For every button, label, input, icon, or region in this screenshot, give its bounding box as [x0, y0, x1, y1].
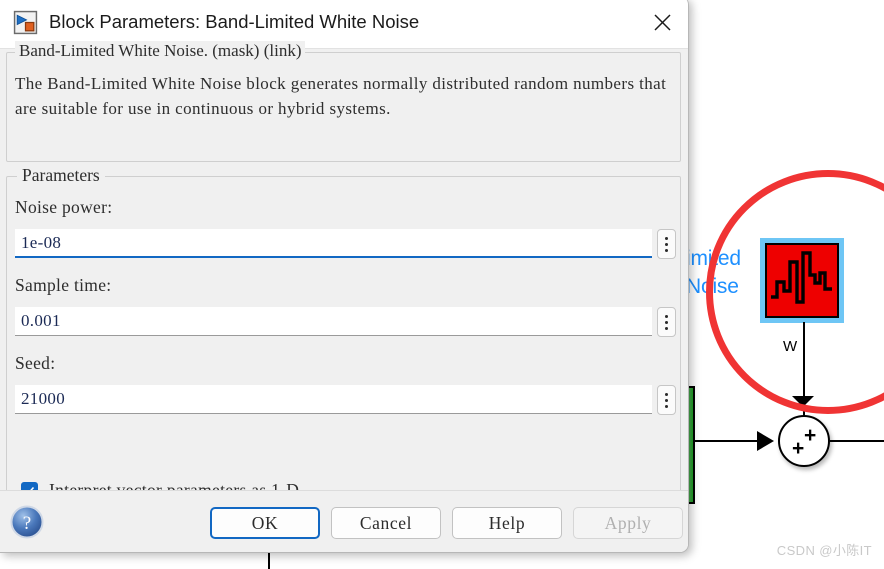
- sum-sign-left: +: [792, 437, 805, 460]
- parameters-group: Parameters Noise power: Sample time: See…: [6, 165, 681, 506]
- signal-wire-bottom: [268, 552, 270, 569]
- seed-input[interactable]: [15, 385, 652, 414]
- signal-wire-sum-output: [830, 440, 884, 442]
- noise-power-vertical-dots-icon[interactable]: [657, 229, 676, 259]
- sum-sign-top: +: [804, 424, 817, 447]
- ok-button[interactable]: OK: [210, 507, 320, 539]
- dialog-footer: ? OK Cancel Help Apply: [0, 490, 688, 552]
- signal-wire-green-to-sum: [695, 440, 763, 442]
- dialog-title: Block Parameters: Band-Limited White Noi…: [49, 11, 420, 32]
- sample-time-vertical-dots-icon[interactable]: [657, 307, 676, 337]
- red-highlight-circle: [706, 170, 884, 414]
- svg-text:?: ?: [23, 513, 31, 534]
- close-icon[interactable]: [636, 0, 688, 48]
- block-parameters-dialog: Block Parameters: Band-Limited White Noi…: [0, 0, 689, 553]
- description-legend: Band-Limited White Noise. (mask) (link): [15, 41, 306, 61]
- csdn-watermark: CSDN @小陈IT: [776, 543, 872, 558]
- seed-vertical-dots-icon[interactable]: [657, 385, 676, 415]
- sample-time-label: Sample time:: [15, 275, 112, 295]
- description-group: Band-Limited White Noise. (mask) (link) …: [6, 41, 681, 162]
- simulink-block-icon: [13, 10, 38, 34]
- help-question-icon[interactable]: ?: [10, 505, 44, 539]
- parameters-legend: Parameters: [17, 165, 105, 186]
- description-text: The Band-Limited White Noise block gener…: [15, 74, 667, 118]
- noise-power-label: Noise power:: [15, 197, 113, 217]
- help-button[interactable]: Help: [452, 507, 562, 539]
- sum-block-icon[interactable]: + +: [778, 415, 830, 467]
- noise-power-input[interactable]: [15, 229, 652, 258]
- wire-arrowhead-right-icon: [757, 431, 774, 451]
- sample-time-input[interactable]: [15, 307, 652, 336]
- cancel-button[interactable]: Cancel: [331, 507, 441, 539]
- dialog-button-row: OK Cancel Help Apply: [210, 507, 683, 539]
- seed-label: Seed:: [15, 353, 56, 373]
- dialog-body: Band-Limited White Noise. (mask) (link) …: [0, 41, 688, 552]
- apply-button: Apply: [573, 507, 683, 539]
